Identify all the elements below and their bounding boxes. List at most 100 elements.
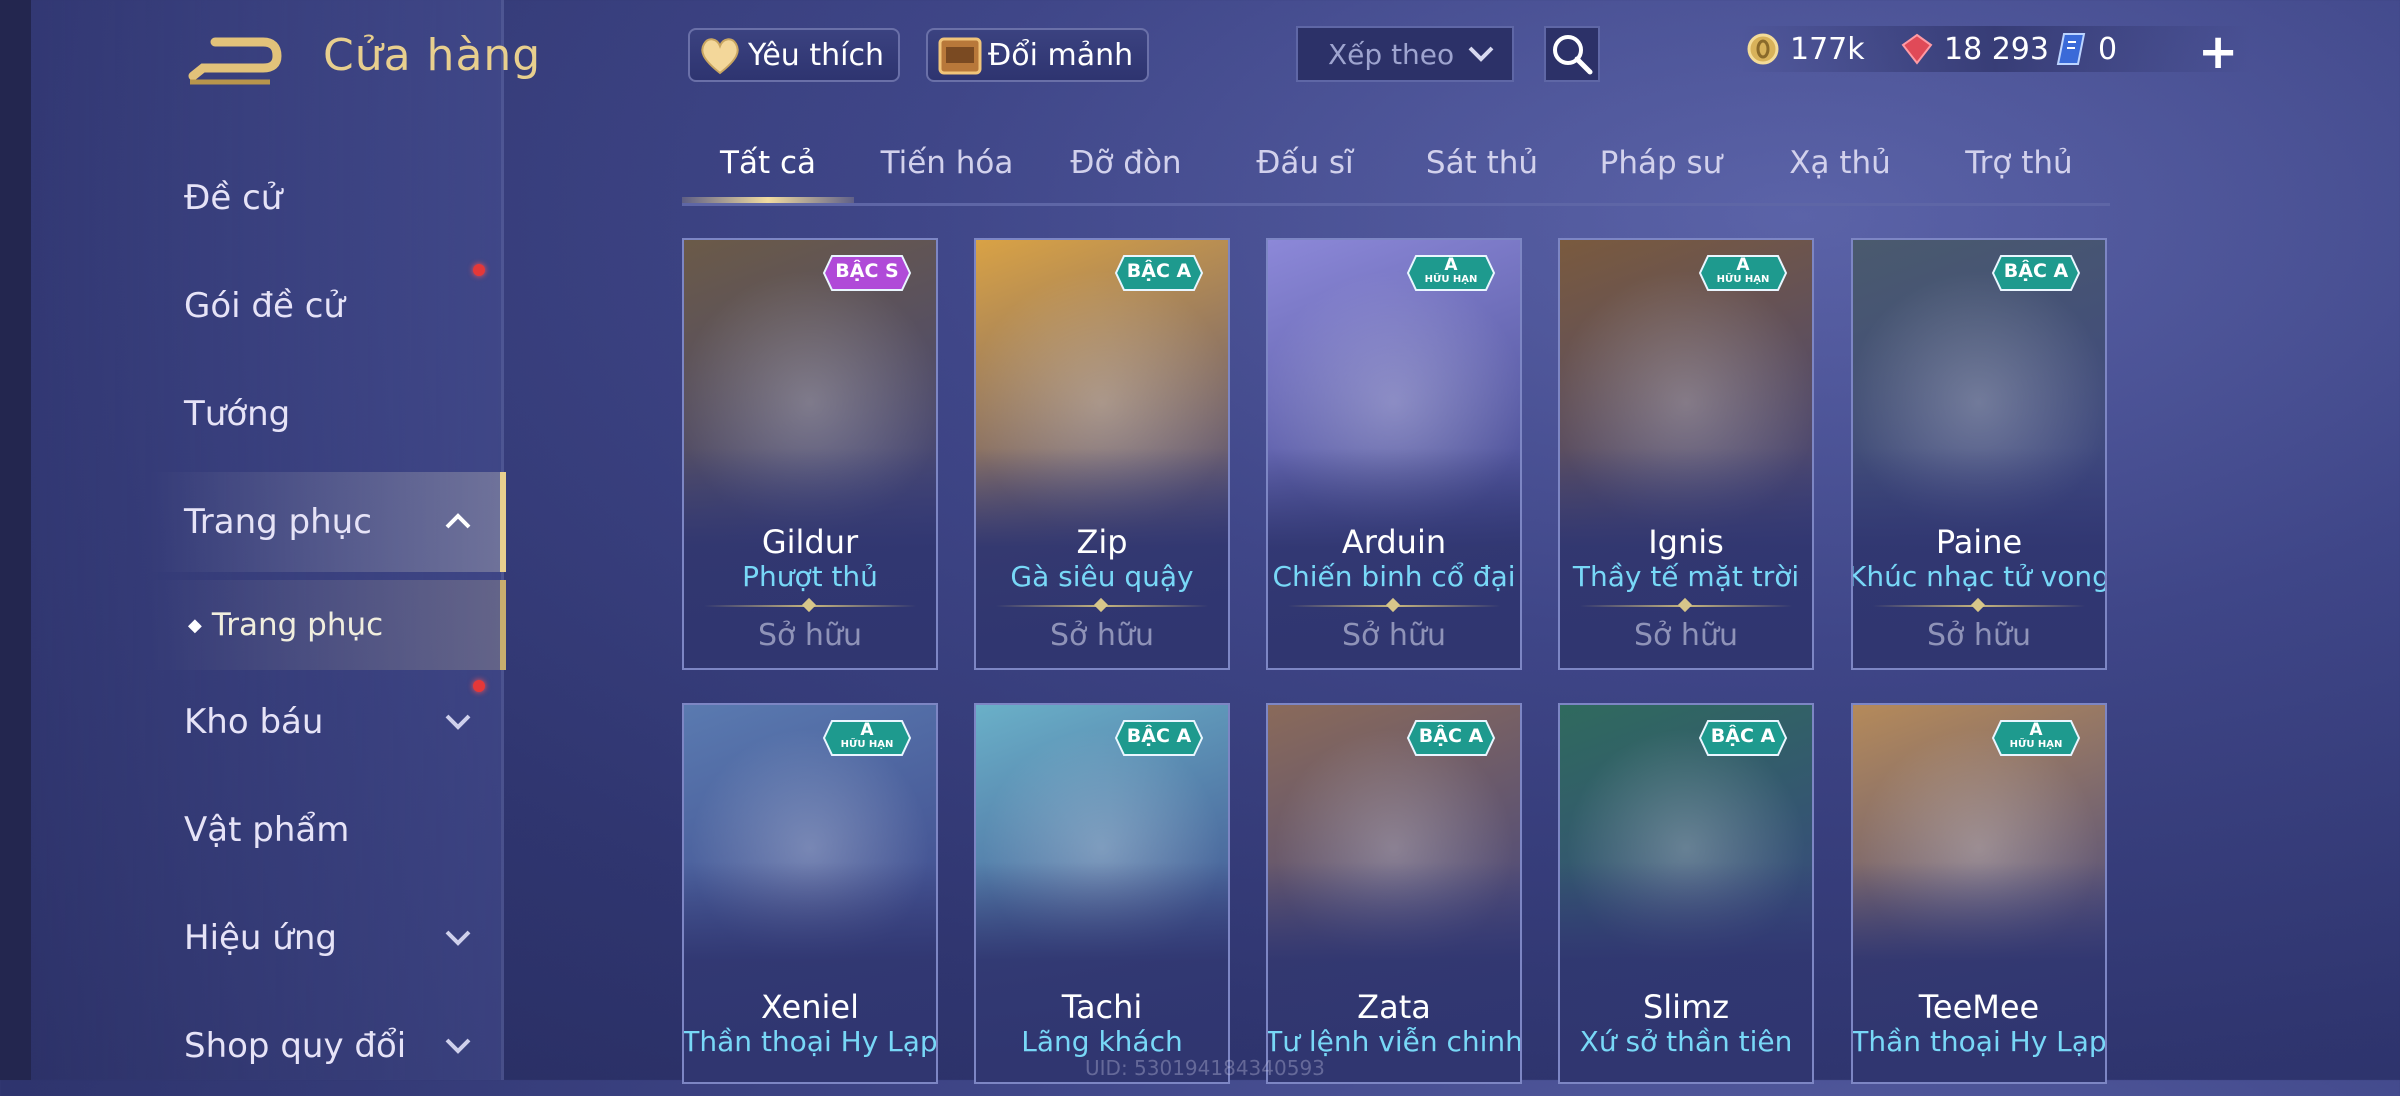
active-tab-indicator (682, 197, 854, 203)
tab-tank[interactable]: Đỡ đòn (1070, 145, 1181, 181)
skin-card[interactable]: A HỮU HẠN Ignis Thầy tế mặt trời Sở hữu (1558, 238, 1814, 670)
sidebar-item-label: Trang phục (184, 502, 372, 542)
sidebar-item-heroes[interactable]: Tướng (150, 364, 500, 464)
sidebar-item-label: Tướng (184, 394, 291, 434)
skin-card[interactable]: A HỮU HẠN Xeniel Thần thoại Hy Lạp (682, 703, 938, 1084)
hero-name: Slimz (1642, 988, 1730, 1026)
tab-evolution[interactable]: Tiến hóa (881, 145, 1014, 181)
search-button[interactable] (1544, 26, 1600, 82)
hero-name: Gildur (761, 523, 859, 561)
tier-badge: BẬC A (1114, 254, 1204, 292)
hero-name: Ignis (1648, 523, 1724, 561)
limited-tier-badge: A HỮU HẠN (822, 719, 912, 757)
skin-name: Lãng khách (1021, 1025, 1183, 1058)
skin-name: Phượt thủ (742, 560, 878, 593)
sidebar-item-effects[interactable]: Hiệu ứng (150, 888, 500, 988)
sidebar-item-label: Vật phẩm (184, 810, 350, 850)
skin-card[interactable]: BẬC A Zip Gà siêu quậy Sở hữu (974, 238, 1230, 670)
hero-name: Xeniel (761, 988, 859, 1026)
voucher-amount: 0 (2098, 31, 2118, 67)
skin-card[interactable]: BẬC S Gildur Phượt thủ Sở hữu (682, 238, 938, 670)
ownership-status: Sở hữu (1927, 618, 2031, 653)
add-currency-button[interactable]: + (2198, 24, 2238, 80)
sidebar-item-recommended-packs[interactable]: Gói đề cử (150, 256, 500, 356)
ownership-status: Sở hữu (1050, 618, 1154, 653)
tier-badge: BẬC A (1114, 719, 1204, 757)
back-arrow-icon (188, 37, 282, 85)
tab-marksman[interactable]: Xạ thủ (1789, 145, 1891, 181)
uid-watermark: UID: 530194184340593 (1085, 1056, 1325, 1080)
exchange-fragments-button[interactable]: Đổi mảnh (926, 28, 1150, 82)
chevron-down-icon (1468, 46, 1494, 62)
tier-badge-label: A (1444, 255, 1458, 275)
tier-badge-label: BẬC A (1126, 725, 1192, 747)
tab-assassin[interactable]: Sát thủ (1426, 145, 1538, 181)
sidebar-item-items[interactable]: Vật phẩm (150, 780, 500, 880)
hero-name: Paine (1935, 523, 2023, 561)
sidebar-item-skins[interactable]: Trang phục (150, 472, 506, 572)
tier-badge: BẬC A (1991, 254, 2081, 292)
tab-mage[interactable]: Pháp sư (1600, 145, 1723, 181)
chevron-down-icon (445, 1038, 471, 1054)
ownership-status: Sở hữu (1342, 618, 1446, 653)
sidebar-item-label: Hiệu ứng (184, 918, 337, 958)
treasure-chest-icon (938, 37, 982, 75)
tab-support[interactable]: Trợ thủ (1965, 145, 2072, 181)
hero-name: Tachi (1061, 988, 1143, 1026)
skin-card[interactable]: BẬC A Slimz Xứ sở thần tiên (1558, 703, 1814, 1084)
ruby-amount: 18 293 (1944, 31, 2049, 67)
tier-badge-label: A (1736, 255, 1750, 275)
sidebar-item-exchange-shop[interactable]: Shop quy đổi (150, 996, 500, 1096)
hero-name: Zata (1357, 988, 1431, 1026)
skin-card[interactable]: BẬC A Paine Khúc nhạc tử vong Sở hữu (1851, 238, 2107, 670)
skin-card[interactable]: BẬC A Zata Tư lệnh viễn chinh (1266, 703, 1522, 1084)
chevron-down-icon (445, 714, 471, 730)
skin-name: Thầy tế mặt trời (1572, 560, 1800, 593)
hero-name: Arduin (1341, 523, 1447, 561)
limited-label: HỮU HẠN (1424, 274, 1478, 285)
back-button[interactable] (185, 28, 285, 90)
diamond-bullet-icon: ◆ (188, 614, 202, 636)
tab-all[interactable]: Tất cả (720, 145, 816, 181)
sidebar-item-recommended[interactable]: Đề cử (150, 148, 500, 248)
sort-dropdown[interactable]: Xếp theo (1296, 26, 1514, 82)
tier-badge-label: BẬC S (835, 260, 899, 282)
tier-badge: BẬC A (1698, 719, 1788, 757)
exchange-label: Đổi mảnh (988, 37, 1134, 73)
voucher-currency: 0 (2056, 26, 2117, 72)
ruby-currency: 18 293 (1900, 26, 2049, 72)
sidebar-item-label: Gói đề cử (184, 286, 345, 326)
sidebar-item-treasure[interactable]: Kho báu (150, 672, 500, 772)
skin-card[interactable]: BẬC A Tachi Lãng khách (974, 703, 1230, 1084)
gold-currency: 177k (1746, 26, 1865, 72)
limited-tier-badge: A HỮU HẠN (1698, 254, 1788, 292)
favorite-label: Yêu thích (748, 37, 884, 73)
skin-name: Chiến binh cổ đại (1272, 560, 1516, 593)
limited-label: HỮU HẠN (840, 739, 894, 750)
sidebar-subitem-skins[interactable]: ◆ Trang phục (150, 580, 506, 670)
tier-badge-label: BẬC A (1126, 260, 1192, 282)
skin-name: Gà siêu quậy (1010, 560, 1194, 593)
tier-badge-label: BẬC A (2003, 260, 2069, 282)
ruby-gem-icon (1901, 33, 1933, 65)
favorite-button[interactable]: Yêu thích (688, 28, 900, 82)
hero-name: TeeMee (1918, 988, 2040, 1026)
voucher-icon (2056, 33, 2086, 65)
skin-name: Thần thoại Hy Lạp (682, 1025, 938, 1058)
sort-label: Xếp theo (1328, 37, 1455, 71)
sidebar-item-label: Shop quy đổi (184, 1026, 407, 1066)
notification-dot (473, 264, 485, 276)
tab-fighter[interactable]: Đấu sĩ (1256, 145, 1353, 181)
limited-tier-badge: A HỮU HẠN (1406, 254, 1496, 292)
heart-icon (701, 38, 739, 75)
gold-coin-icon (1747, 33, 1779, 65)
search-icon (1553, 35, 1593, 75)
ownership-status: Sở hữu (758, 618, 862, 653)
tier-badge-label: BẬC A (1710, 725, 1776, 747)
chevron-up-icon (445, 513, 471, 529)
tier-badge-label: A (2029, 720, 2043, 740)
skin-name: Thần thoại Hy Lạp (1851, 1025, 2107, 1058)
skin-card[interactable]: A HỮU HẠN Arduin Chiến binh cổ đại Sở hữu (1266, 238, 1522, 670)
sidebar-subitem-label: Trang phục (211, 607, 384, 643)
skin-card[interactable]: A HỮU HẠN TeeMee Thần thoại Hy Lạp (1851, 703, 2107, 1084)
